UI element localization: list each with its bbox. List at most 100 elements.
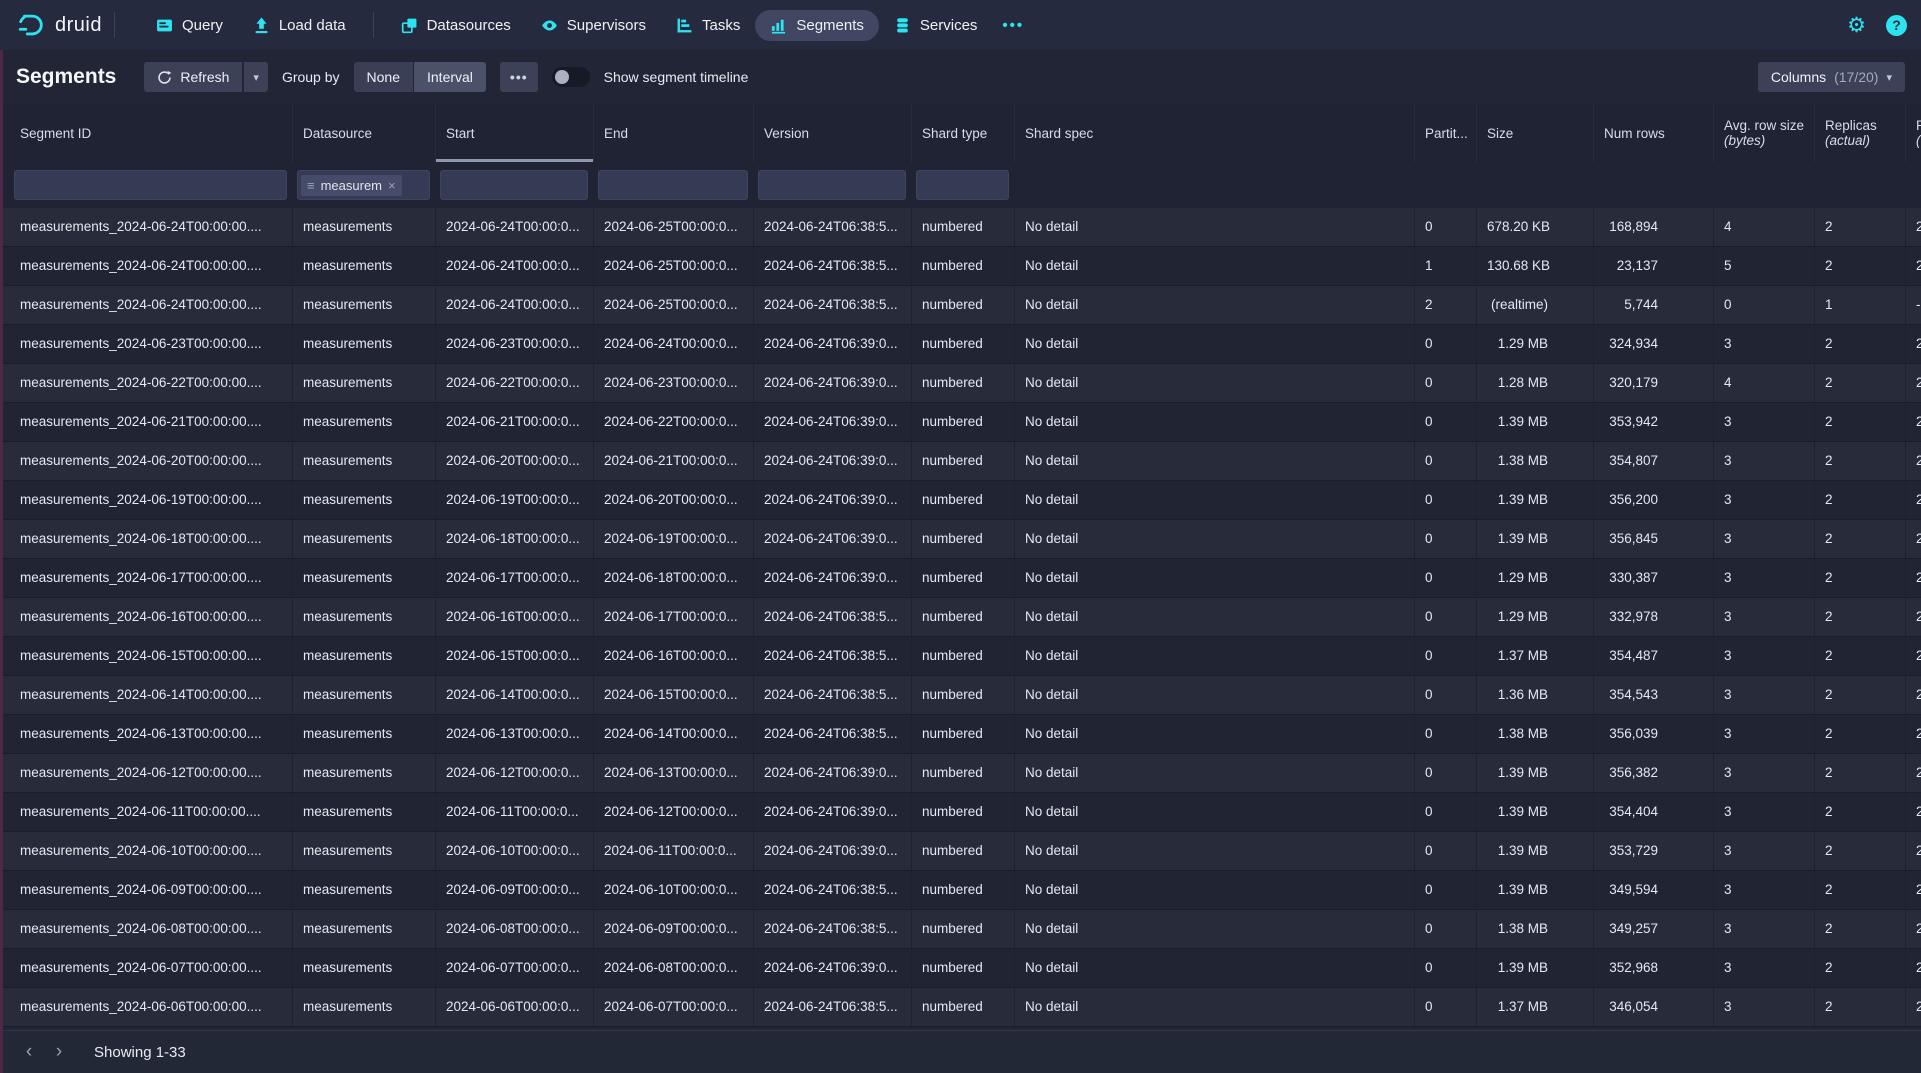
refresh-button[interactable]: Refresh [144, 62, 242, 92]
cell-replicas: 2 [1815, 988, 1906, 1026]
column-header-size[interactable]: Size [1477, 104, 1594, 162]
column-header-start[interactable]: Start [436, 104, 594, 162]
table-row[interactable]: measurements_2024-06-21T00:00:00....meas… [0, 403, 1921, 442]
timeline-toggle-label: Show segment timeline [604, 69, 749, 85]
cell-avg-row-size: 3 [1714, 832, 1815, 870]
nav-item-services[interactable]: Services [879, 10, 993, 41]
column-header-replication-factor[interactable]: Replication factor(target) [1906, 104, 1921, 162]
next-page-button[interactable]: › [44, 1037, 74, 1067]
column-header-version[interactable]: Version [754, 104, 912, 162]
table-row[interactable]: measurements_2024-06-24T00:00:00....meas… [0, 286, 1921, 325]
cell-shard-type: numbered [912, 442, 1015, 480]
columns-button[interactable]: Columns (17/20) ▾ [1758, 62, 1905, 92]
nav-item-supervisors[interactable]: Supervisors [526, 10, 661, 41]
cell-segment-id: measurements_2024-06-24T00:00:00.... [10, 286, 293, 324]
nav-item-tasks[interactable]: Tasks [661, 10, 755, 41]
group-by-segmented: NoneInterval [354, 62, 486, 92]
column-header-datasource[interactable]: Datasource [293, 104, 436, 162]
cell-replication-factor: - [1906, 286, 1921, 324]
group-by-option-none[interactable]: None [354, 62, 413, 92]
druid-logo[interactable]: druid [16, 10, 102, 40]
table-row[interactable]: measurements_2024-06-13T00:00:00....meas… [0, 715, 1921, 754]
table-row[interactable]: measurements_2024-06-07T00:00:00....meas… [0, 949, 1921, 988]
filter-input-version[interactable] [758, 170, 906, 200]
cell-shard-spec: No detail [1015, 988, 1415, 1026]
table-row[interactable]: measurements_2024-06-22T00:00:00....meas… [0, 364, 1921, 403]
column-header-partit[interactable]: Partit... [1415, 104, 1477, 162]
cell-end: 2024-06-17T00:00:0... [594, 598, 754, 636]
cell-shard-spec: No detail [1015, 286, 1415, 324]
filter-input-shard-type[interactable] [916, 170, 1009, 200]
cell-datasource: measurements [293, 832, 436, 870]
showing-range-label: Showing 1-33 [94, 1044, 186, 1061]
nav-item-load-data[interactable]: Load data [238, 10, 361, 41]
cell-shard-spec: No detail [1015, 325, 1415, 363]
column-header-shard-type[interactable]: Shard type [912, 104, 1015, 162]
cell-replication-factor: 2 [1906, 715, 1921, 753]
table-row[interactable]: measurements_2024-06-16T00:00:00....meas… [0, 598, 1921, 637]
column-header-avg-row-size[interactable]: Avg. row size(bytes) [1714, 104, 1815, 162]
previous-page-button[interactable]: ‹ [14, 1037, 44, 1067]
filter-input-datasource[interactable]: ≡measurem× [297, 170, 430, 200]
segment-timeline-toggle[interactable] [552, 67, 590, 87]
group-by-option-interval[interactable]: Interval [414, 62, 486, 92]
table-row[interactable]: measurements_2024-06-17T00:00:00....meas… [0, 559, 1921, 598]
cell-num-rows: 354,543 [1594, 676, 1714, 714]
cell-replicas: 2 [1815, 442, 1906, 480]
settings-gear-icon[interactable]: ⚙ [1847, 15, 1866, 36]
table-row[interactable]: measurements_2024-06-12T00:00:00....meas… [0, 754, 1921, 793]
table-row[interactable]: measurements_2024-06-15T00:00:00....meas… [0, 637, 1921, 676]
nav-item-query[interactable]: Query [141, 10, 238, 41]
cell-avg-row-size: 3 [1714, 520, 1815, 558]
cell-shard-type: numbered [912, 715, 1015, 753]
chevron-right-icon: › [56, 1041, 62, 1063]
table-row[interactable]: measurements_2024-06-24T00:00:00....meas… [0, 208, 1921, 247]
table-row[interactable]: measurements_2024-06-08T00:00:00....meas… [0, 910, 1921, 949]
nav-item-segments[interactable]: Segments [755, 10, 879, 41]
table-row[interactable]: measurements_2024-06-09T00:00:00....meas… [0, 871, 1921, 910]
nav-item-datasources[interactable]: Datasources [386, 10, 526, 41]
cell-replicas: 2 [1815, 208, 1906, 246]
table-row[interactable]: measurements_2024-06-14T00:00:00....meas… [0, 676, 1921, 715]
help-icon[interactable]: ? [1886, 15, 1907, 36]
cell-datasource: measurements [293, 364, 436, 402]
nav-right: ⚙ ? [1847, 15, 1907, 36]
nav-more-button[interactable]: ••• [992, 11, 1034, 40]
cell-segment-id: measurements_2024-06-24T00:00:00.... [10, 208, 293, 246]
page-title: Segments [16, 65, 116, 89]
table-row[interactable]: measurements_2024-06-10T00:00:00....meas… [0, 832, 1921, 871]
cell-end: 2024-06-09T00:00:0... [594, 910, 754, 948]
table-row[interactable]: measurements_2024-06-23T00:00:00....meas… [0, 325, 1921, 364]
cell-shard-spec: No detail [1015, 247, 1415, 285]
column-header-end[interactable]: End [594, 104, 754, 162]
column-header-label: Version [764, 126, 901, 141]
cell-segment-id: measurements_2024-06-20T00:00:00.... [10, 442, 293, 480]
table-row[interactable]: measurements_2024-06-11T00:00:00....meas… [0, 793, 1921, 832]
nav-item-label: Tasks [702, 17, 740, 34]
more-actions-button[interactable]: ••• [500, 62, 538, 92]
cell-start: 2024-06-21T00:00:0... [436, 403, 594, 441]
column-header-num-rows[interactable]: Num rows [1594, 104, 1714, 162]
filter-input-end[interactable] [598, 170, 748, 200]
supervisors-icon [541, 17, 558, 34]
filter-input-segment-id[interactable] [14, 170, 287, 200]
cell-start: 2024-06-16T00:00:0... [436, 598, 594, 636]
table-row[interactable]: measurements_2024-06-24T00:00:00....meas… [0, 247, 1921, 286]
filter-input-start[interactable] [440, 170, 588, 200]
filter-cell-size [1477, 162, 1594, 208]
table-row[interactable]: measurements_2024-06-20T00:00:00....meas… [0, 442, 1921, 481]
cell-shard-spec: No detail [1015, 637, 1415, 675]
table-row[interactable]: measurements_2024-06-19T00:00:00....meas… [0, 481, 1921, 520]
cell-segment-id: measurements_2024-06-19T00:00:00.... [10, 481, 293, 519]
column-header-shard-spec[interactable]: Shard spec [1015, 104, 1415, 162]
column-header-replicas[interactable]: Replicas(actual) [1815, 104, 1906, 162]
table-row[interactable]: measurements_2024-06-06T00:00:00....meas… [0, 988, 1921, 1027]
cell-replicas: 2 [1815, 325, 1906, 363]
table-row[interactable]: measurements_2024-06-18T00:00:00....meas… [0, 520, 1921, 559]
filter-cell-replication-factor [1906, 162, 1921, 208]
remove-tag-icon[interactable]: × [388, 178, 396, 193]
cell-datasource: measurements [293, 403, 436, 441]
refresh-interval-dropdown[interactable]: ▾ [244, 62, 268, 92]
column-header-segment-id[interactable]: Segment ID [10, 104, 293, 162]
cell-size: 1.38 MB [1477, 442, 1594, 480]
